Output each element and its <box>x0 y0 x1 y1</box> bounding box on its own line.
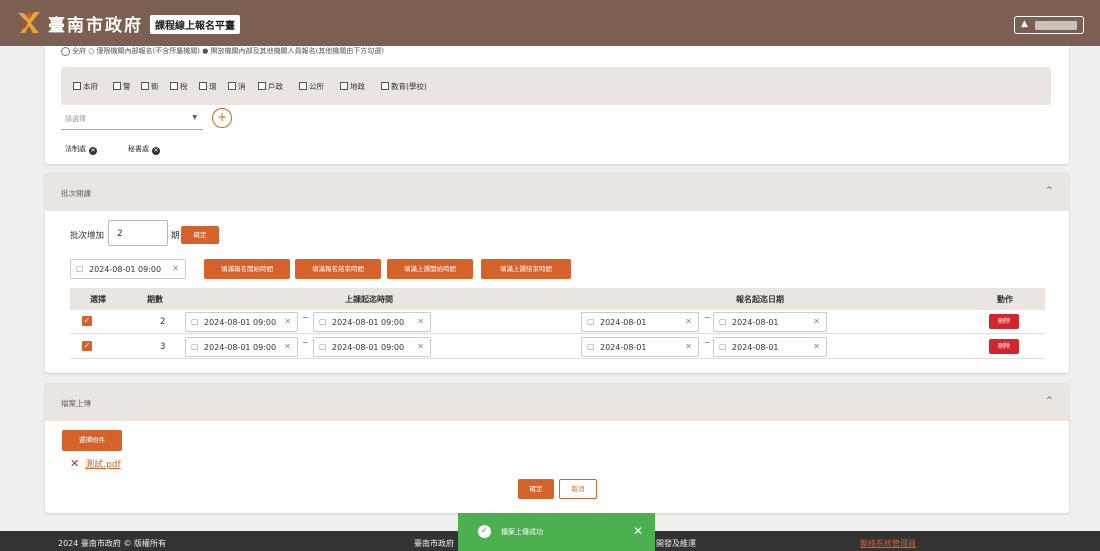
footer-center-suffix: 開發及維運 <box>656 539 696 548</box>
class-start-picker[interactable]: ▢ 2024-08-01 09:00 ✕ <box>185 337 298 357</box>
upload-title: 檔案上傳 <box>61 399 91 408</box>
toast-message: 檔案上傳成功 <box>501 528 543 536</box>
footer-copyright: 2024 臺南市政府 © 版權所有 <box>58 539 166 548</box>
org-option-0[interactable]: 本府 <box>73 81 98 92</box>
batch-card: 批次開課 ^ 批次增加 2 期 確定 ▢ 2024-08-01 09:00 ✕ … <box>45 173 1069 373</box>
reg-start-picker[interactable]: ▢ 2024-08-01 ✕ <box>581 312 699 332</box>
class-start-picker[interactable]: ▢ 2024-08-01 09:00 ✕ <box>185 312 298 332</box>
batch-confirm-button[interactable]: 確定 <box>181 226 219 244</box>
batch-card-header[interactable]: 批次開課 ^ <box>45 173 1069 211</box>
upload-cancel-button[interactable]: 取消 <box>559 479 597 499</box>
select-placeholder: 請選擇 <box>65 115 86 123</box>
check-circle-icon: ✓ <box>478 525 491 538</box>
org-option-8[interactable]: 地政 <box>340 81 365 92</box>
radio-group-text: 全府 ○ 僅限機關內部報名(不含所屬機關) ● 開放機關內部及其他機關人員報名(… <box>72 47 385 55</box>
delete-row-button[interactable]: 刪除 <box>989 314 1019 329</box>
batch-unit: 期 <box>171 231 180 241</box>
tainan-logo-icon <box>18 11 40 33</box>
col-action: 動作 <box>997 295 1013 304</box>
org-chip: 秘書處 ✕ <box>128 145 160 155</box>
col-class-time: 上課起迄時間 <box>345 295 393 304</box>
footer-center-prefix: 臺南市政府 <box>414 539 454 548</box>
row-period: 3 <box>160 342 166 352</box>
chevron-down-icon: ▼ <box>192 114 197 121</box>
class-end-picker[interactable]: ▢ 2024-08-01 09:00 ✕ <box>313 337 431 357</box>
user-icon: ▲ <box>1021 19 1028 29</box>
org-select-dropdown[interactable]: 請選擇 ▼ <box>61 104 203 130</box>
org-option-2[interactable]: 衛 <box>141 81 159 92</box>
fill-class-end-button[interactable]: 填滿上課結束時間 <box>481 259 571 279</box>
top-bar: 臺南市政府 課程線上報名平臺 ▲ <box>0 0 1100 46</box>
open-scope-radio-group[interactable]: 全府 ○ 僅限機關內部報名(不含所屬機關) ● 開放機關內部及其他機關人員報名(… <box>61 46 384 56</box>
remove-chip-icon[interactable]: ✕ <box>89 147 97 155</box>
user-name-masked <box>1035 21 1077 30</box>
plus-icon: + <box>216 110 228 124</box>
chevron-up-icon[interactable]: ^ <box>1045 186 1053 196</box>
row-period: 2 <box>160 317 166 327</box>
choose-attachment-button[interactable]: 選擇附件 <box>62 430 122 451</box>
radio-all[interactable] <box>61 46 70 56</box>
success-toast: ✓ 檔案上傳成功 ✕ <box>458 513 655 551</box>
row-checkbox[interactable]: ✓ <box>82 316 92 326</box>
reg-end-picker[interactable]: ▢ 2024-08-01 ✕ <box>713 337 827 357</box>
batch-add-label: 批次增加 <box>70 231 105 241</box>
fill-reg-end-button[interactable]: 填滿報名結束時間 <box>295 259 381 279</box>
fill-reg-start-button[interactable]: 填滿報名開始時間 <box>204 259 290 279</box>
calendar-icon: ▢ <box>76 264 84 273</box>
contact-admin-link[interactable]: 聯絡系統管理員 <box>860 538 916 549</box>
reg-start-picker[interactable]: ▢ 2024-08-01 ✕ <box>581 337 699 357</box>
upload-card-header[interactable]: 檔案上傳 ^ <box>45 383 1069 421</box>
org-option-3[interactable]: 稅 <box>170 81 188 92</box>
delete-row-button[interactable]: 刪除 <box>989 339 1019 354</box>
platform-name: 課程線上報名平臺 <box>150 15 240 34</box>
upload-confirm-button[interactable]: 確定 <box>518 479 554 499</box>
org-option-6[interactable]: 戶政 <box>258 81 283 92</box>
col-reg-date: 報名起迄日期 <box>736 295 784 304</box>
chevron-up-icon[interactable]: ^ <box>1045 396 1053 406</box>
add-org-button[interactable]: + <box>212 108 232 128</box>
remove-chip-icon[interactable]: ✕ <box>152 147 160 155</box>
org-option-7[interactable]: 公所 <box>299 81 324 92</box>
batch-table-header: 選擇 期數 上課起迄時間 報名起迄日期 動作 <box>70 288 1045 310</box>
attached-file: ✕ 測試.pdf <box>70 457 121 470</box>
org-option-5[interactable]: 消 <box>228 81 246 92</box>
user-menu-button[interactable]: ▲ <box>1014 16 1084 34</box>
org-option-1[interactable]: 警 <box>113 81 131 92</box>
upload-card: 檔案上傳 ^ 選擇附件 ✕ 測試.pdf 確定 取消 <box>45 383 1069 513</box>
org-option-4[interactable]: 環 <box>199 81 217 92</box>
org-chip: 法制處 ✕ <box>65 145 97 155</box>
fill-class-start-button[interactable]: 填滿上課開始時間 <box>387 259 473 279</box>
org-option-9[interactable]: 教育(學校) <box>381 81 427 92</box>
batch-title: 批次開課 <box>61 189 91 198</box>
class-end-picker[interactable]: ▢ 2024-08-01 09:00 ✕ <box>313 312 431 332</box>
base-date-picker[interactable]: ▢ 2024-08-01 09:00 ✕ <box>70 259 186 279</box>
clear-icon[interactable]: ✕ <box>172 264 179 273</box>
reg-end-picker[interactable]: ▢ 2024-08-01 ✕ <box>713 312 827 332</box>
file-link[interactable]: 測試.pdf <box>85 460 120 470</box>
org-selection-card: 全府 ○ 僅限機關內部報名(不含所屬機關) ● 開放機關內部及其他機關人員報名(… <box>45 46 1069 164</box>
close-icon[interactable]: ✕ <box>633 524 643 538</box>
remove-file-icon[interactable]: ✕ <box>70 457 79 470</box>
col-period: 期數 <box>147 295 163 304</box>
col-select: 選擇 <box>90 295 106 304</box>
row-checkbox[interactable]: ✓ <box>82 341 92 351</box>
org-checkbox-group: 本府 警 衛 稅 環 消 戶政 公所 地政 教育(學校) <box>61 67 1051 105</box>
site-title[interactable]: 臺南市政府 <box>48 11 143 36</box>
batch-count-input[interactable]: 2 <box>108 220 168 246</box>
